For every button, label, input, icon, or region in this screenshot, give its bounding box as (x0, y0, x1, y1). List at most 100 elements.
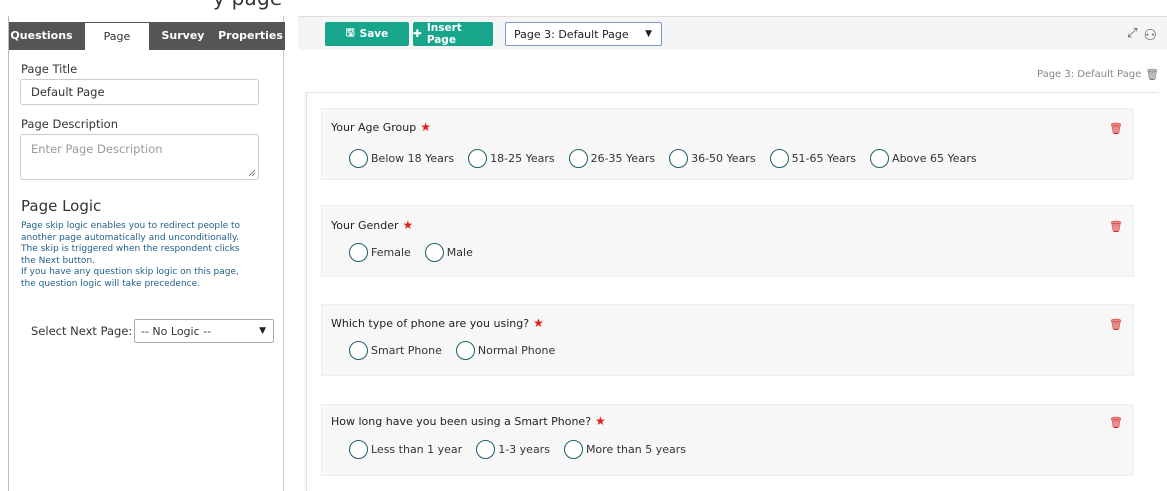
current-page-text: Page 3: Default Page (1037, 69, 1142, 80)
radio-circle-icon[interactable] (563, 440, 583, 459)
radio-option[interactable]: 1-3 years (476, 440, 550, 459)
radio-circle-icon[interactable] (424, 243, 444, 262)
radio-circle-icon[interactable] (349, 341, 368, 360)
page-description-placeholder: Enter Page Description (31, 142, 163, 156)
radio-option[interactable]: Normal Phone (455, 341, 556, 360)
radio-circle-icon[interactable] (669, 149, 689, 168)
tab-page[interactable]: Page (85, 23, 149, 50)
option-label: 51-65 Years (791, 152, 857, 165)
option-label: 1-3 years (498, 443, 550, 456)
delete-question-trash-icon[interactable]: 🗑 (1109, 416, 1123, 429)
plus-icon: ✚ (413, 28, 422, 40)
option-label: Normal Phone (477, 344, 556, 357)
dropdown-caret-icon: ▼ (645, 29, 652, 39)
required-star-icon: ★ (402, 218, 414, 232)
logic-text-line: If you have any question skip logic on t… (21, 267, 239, 278)
radio-option[interactable]: Smart Phone (349, 341, 442, 360)
question-title: How long have you been using a Smart Pho… (331, 414, 606, 428)
radio-circle-icon[interactable] (468, 149, 488, 168)
logic-text-line: The skip is triggered when the responden… (21, 244, 240, 255)
logic-text-line: the Next button. (21, 255, 96, 266)
select-next-page-value: -- No Logic -- (141, 324, 212, 338)
dropdown-caret-icon: ▼ (259, 326, 266, 336)
radio-option[interactable]: 26-35 Years (568, 149, 656, 168)
question-title: Your Age Group ★ (331, 120, 431, 134)
answer-options: Less than 1 year 1-3 years More than 5 y… (349, 440, 700, 459)
save-button-label: Save (359, 28, 389, 40)
radio-circle-icon[interactable] (769, 149, 789, 168)
questions-canvas: Your Age Group ★ 🗑 Below 18 Years 18-25 … (306, 92, 1159, 491)
panel-tab-bar: Questions Page Survey Properties (9, 22, 285, 50)
radio-circle-icon[interactable] (455, 341, 475, 360)
required-star-icon: ★ (420, 120, 432, 134)
option-label: 18-25 Years (490, 152, 555, 165)
required-star-icon: ★ (595, 414, 606, 428)
option-label: Less than 1 year (371, 443, 463, 456)
tab-survey[interactable]: Survey (152, 22, 214, 50)
delete-question-trash-icon[interactable]: 🗑 (1109, 122, 1123, 135)
resize-grip-icon[interactable] (248, 169, 256, 177)
top-cutoff-caption: y page (213, 0, 282, 10)
page-select-value: Page 3: Default Page (514, 27, 629, 41)
page-select-dropdown[interactable]: Page 3: Default Page ▼ (505, 22, 662, 46)
question-title: Which type of phone are you using? ★ (331, 316, 544, 330)
answer-options: Below 18 Years 18-25 Years 26-35 Years 3… (349, 149, 991, 168)
select-next-page-label: Select Next Page: (31, 324, 133, 338)
page-title-input[interactable]: Default Page (20, 79, 259, 105)
radio-option[interactable]: Less than 1 year (349, 440, 462, 459)
question-card[interactable]: Your Gender ★ 🗑 Female Male (321, 205, 1134, 277)
option-label: More than 5 years (585, 443, 686, 456)
survey-builder-screen: { "top_caption": "y page", "left_panel":… (0, 0, 1167, 491)
delete-question-trash-icon[interactable]: 🗑 (1109, 318, 1123, 331)
option-label: Male (446, 246, 473, 259)
question-card[interactable]: Which type of phone are you using? ★ 🗑 S… (321, 304, 1134, 376)
question-title-text: Your Gender (331, 218, 399, 232)
save-floppy-icon: 🖫 (345, 27, 355, 39)
question-title-text: Your Age Group (331, 120, 417, 134)
expand-icon[interactable]: ⤢ (1127, 26, 1137, 44)
required-star-icon: ★ (533, 316, 544, 330)
radio-option[interactable]: Below 18 Years (349, 149, 454, 168)
option-label: Female (371, 246, 411, 259)
question-title-text: Which type of phone are you using? (331, 316, 530, 330)
radio-option[interactable]: More than 5 years (563, 440, 686, 459)
radio-circle-icon[interactable] (870, 149, 890, 168)
page-logic-heading: Page Logic (21, 197, 102, 215)
option-label: 26-35 Years (590, 152, 656, 165)
question-title-text: How long have you been using a Smart Pho… (331, 414, 592, 428)
toolbar-icon-group: ⤢ ⚇ (1127, 26, 1157, 44)
logic-text-line: another page automatically and unconditi… (21, 232, 239, 243)
page-logic-description: Page skip logic enables you to redirect … (21, 221, 257, 291)
radio-option[interactable]: 18-25 Years (468, 149, 555, 168)
question-card[interactable]: How long have you been using a Smart Pho… (321, 404, 1134, 476)
option-label: Above 65 Years (892, 152, 977, 165)
logic-text-line: the question logic will take precedence. (21, 278, 200, 289)
insert-page-label: Insert Page (426, 22, 462, 46)
insert-page-button[interactable]: ✚ Insert Page (413, 22, 493, 46)
radio-circle-icon[interactable] (476, 440, 496, 459)
radio-circle-icon[interactable] (349, 440, 368, 459)
radio-circle-icon[interactable] (349, 243, 368, 262)
radio-option[interactable]: Above 65 Years (870, 149, 977, 168)
radio-option[interactable]: 36-50 Years (669, 149, 756, 168)
question-card[interactable]: Your Age Group ★ 🗑 Below 18 Years 18-25 … (321, 108, 1134, 180)
answer-options: Female Male (349, 243, 487, 262)
current-page-label: Page 3: Default Page 🗑 (1037, 68, 1159, 81)
radio-option[interactable]: Female (349, 243, 411, 262)
page-description-label: Page Description (21, 117, 118, 131)
tab-properties[interactable]: Properties (216, 22, 285, 50)
radio-option[interactable]: Male (424, 243, 473, 262)
option-label: Below 18 Years (371, 152, 455, 165)
tab-questions[interactable]: Questions (9, 22, 74, 50)
trash-icon[interactable]: 🗑 (1145, 68, 1159, 81)
page-description-textarea[interactable]: Enter Page Description (20, 134, 259, 180)
question-title: Your Gender ★ (331, 218, 413, 232)
save-button[interactable]: 🖫 Save (325, 22, 409, 46)
radio-option[interactable]: 51-65 Years (769, 149, 857, 168)
radio-circle-icon[interactable] (349, 149, 368, 168)
editor-toolbar: 🖫 Save ✚ Insert Page Page 3: Default Pag… (298, 16, 1167, 50)
users-icon[interactable]: ⚇ (1144, 26, 1157, 44)
select-next-page-dropdown[interactable]: -- No Logic -- ▼ (134, 319, 274, 343)
radio-circle-icon[interactable] (568, 149, 588, 168)
delete-question-trash-icon[interactable]: 🗑 (1109, 220, 1123, 233)
